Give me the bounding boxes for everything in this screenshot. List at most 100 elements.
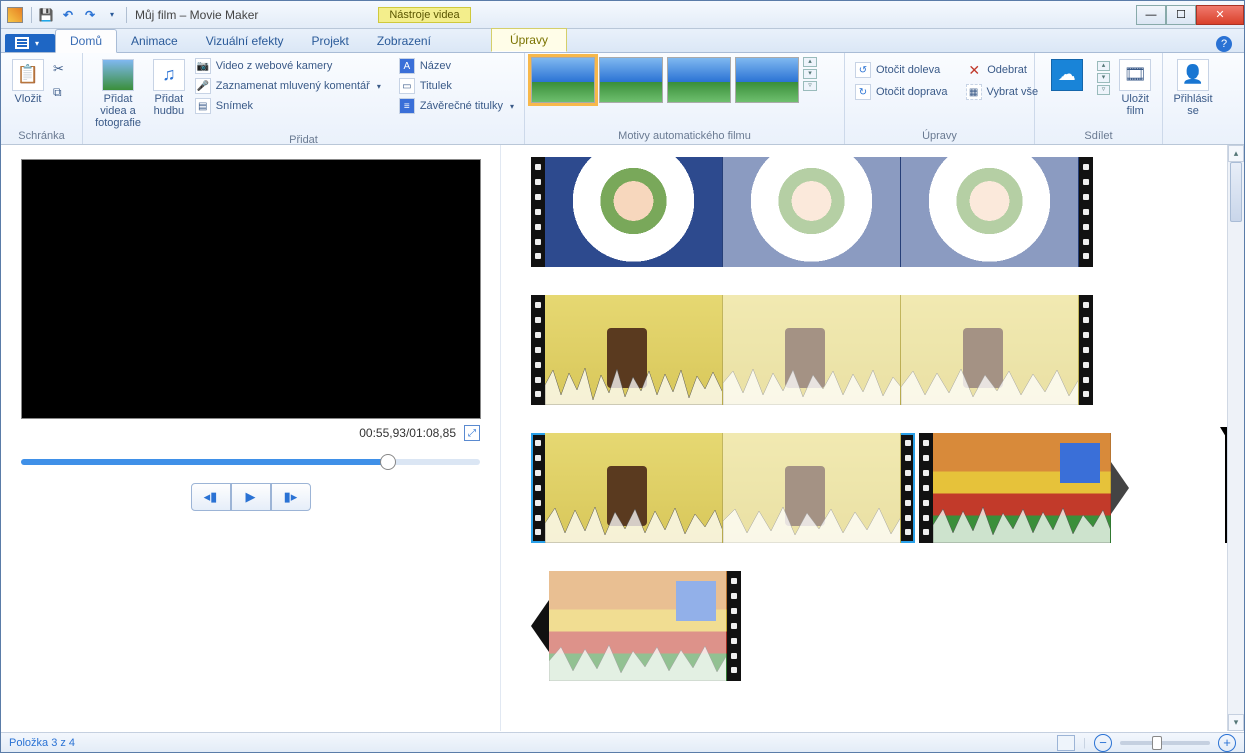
credits-icon: ≡ (399, 98, 415, 114)
group-label: Úpravy (845, 129, 1034, 144)
clip[interactable] (531, 295, 1226, 405)
music-icon: ♫ (153, 59, 185, 91)
scroll-down-button[interactable]: ▾ (1228, 714, 1244, 731)
snapshot-icon: ▤ (195, 98, 211, 114)
narration-button[interactable]: 🎤Zaznamenat mluvený komentář▾ (191, 77, 385, 95)
undo-icon[interactable]: ↶ (60, 7, 76, 23)
paste-button[interactable]: 📋 Vložit (7, 57, 49, 105)
maximize-button[interactable]: ☐ (1166, 5, 1196, 25)
credits-button[interactable]: ≡Závěrečné titulky▾ (395, 97, 518, 115)
status-bar: Položka 3 z 4 | − + (1, 732, 1244, 752)
save-movie-icon: 🎞 (1119, 59, 1151, 91)
qat-dropdown-icon[interactable]: ▾ (104, 7, 120, 23)
share-gallery-spinner[interactable]: ▴▾▿ (1097, 61, 1111, 95)
caption-button[interactable]: ▭Titulek (395, 77, 518, 95)
tab-edit[interactable]: Úpravy (491, 28, 567, 52)
clip-continue-icon (1111, 462, 1129, 514)
add-media-label: Přidat videa a fotografie (89, 93, 147, 129)
snapshot-button[interactable]: ▤Snímek (191, 97, 385, 115)
remove-button[interactable]: ✕Odebrat (962, 61, 1031, 79)
timecode: 00:55,93/01:08,85 (359, 426, 456, 440)
select-all-icon: ▦ (966, 84, 982, 100)
close-button[interactable]: ✕ (1196, 5, 1244, 25)
clip[interactable] (531, 157, 1226, 267)
window-title: Můj film – Movie Maker (135, 8, 258, 22)
theme-thumb[interactable] (531, 57, 595, 103)
ribbon-tabs: ▾ Domů Animace Vizuální efekty Projekt Z… (1, 29, 1244, 53)
user-icon: 👤 (1177, 59, 1209, 91)
timeline[interactable] (501, 145, 1244, 731)
group-label (1163, 129, 1223, 144)
group-label: Schránka (1, 129, 82, 144)
prev-frame-button[interactable]: ◂▮ (191, 483, 231, 511)
cut-icon[interactable]: ✂ (53, 61, 64, 77)
tab-visual-effects[interactable]: Vizuální efekty (192, 30, 298, 52)
vertical-scrollbar[interactable]: ▴ ▾ (1227, 145, 1244, 731)
select-all-button[interactable]: ▦Vybrat vše (962, 83, 1043, 101)
copy-icon[interactable]: ⧉ (53, 85, 64, 100)
remove-icon: ✕ (966, 62, 982, 78)
mic-icon: 🎤 (195, 78, 211, 94)
tab-animations[interactable]: Animace (117, 30, 192, 52)
preview-pane: 00:55,93/01:08,85 ⤢ ◂▮ ▶ ▮▸ (1, 145, 501, 731)
save-icon[interactable]: 💾 (38, 7, 54, 23)
group-add: Přidat videa a fotografie ♫ Přidat hudbu… (83, 53, 525, 144)
save-movie-label: Uložit film (1114, 93, 1156, 117)
playback-controls: ◂▮ ▶ ▮▸ (21, 483, 480, 511)
webcam-button[interactable]: 📷Video z webové kamery (191, 57, 385, 75)
theme-thumb[interactable] (735, 57, 799, 103)
tab-project[interactable]: Projekt (298, 30, 363, 52)
scroll-up-button[interactable]: ▴ (1228, 145, 1244, 162)
theme-thumb[interactable] (599, 57, 663, 103)
preview-video[interactable] (21, 159, 481, 419)
add-media-button[interactable]: Přidat videa a fotografie (89, 57, 147, 129)
group-share: ☁ ▴▾▿ 🎞 Uložit film Sdílet (1035, 53, 1163, 144)
theme-thumb[interactable] (667, 57, 731, 103)
tab-home[interactable]: Domů (55, 29, 117, 53)
group-signin: 👤 Přihlásit se (1163, 53, 1223, 144)
view-mode-button[interactable] (1057, 735, 1075, 751)
next-frame-button[interactable]: ▮▸ (271, 483, 311, 511)
clip[interactable] (531, 571, 1226, 681)
ribbon: 📋 Vložit ✂ ⧉ Schránka Přidat videa a fot… (1, 53, 1244, 145)
clip-continue-from-icon (531, 600, 549, 652)
group-label: Motivy automatického filmu (525, 129, 844, 144)
add-music-button[interactable]: ♫ Přidat hudbu (151, 57, 187, 117)
seek-slider[interactable] (21, 459, 480, 465)
photo-video-icon (102, 59, 134, 91)
tab-view[interactable]: Zobrazení (363, 30, 445, 52)
group-clipboard: 📋 Vložit ✂ ⧉ Schránka (1, 53, 83, 144)
fullscreen-icon[interactable]: ⤢ (464, 425, 480, 441)
redo-icon[interactable]: ↷ (82, 7, 98, 23)
cloud-icon: ☁ (1051, 59, 1083, 91)
signin-button[interactable]: 👤 Přihlásit se (1169, 57, 1217, 117)
caption-icon: ▭ (399, 78, 415, 94)
minimize-button[interactable]: — (1136, 5, 1166, 25)
theme-gallery-spinner[interactable]: ▴▾▿ (803, 57, 817, 91)
contextual-tab-label: Nástroje videa (378, 7, 470, 23)
rotate-right-button[interactable]: ↻Otočit doprava (851, 83, 952, 101)
editor-area: 00:55,93/01:08,85 ⤢ ◂▮ ▶ ▮▸ (1, 145, 1244, 731)
menu-icon (15, 37, 29, 49)
clipboard-icon: 📋 (12, 59, 44, 91)
group-automovie: ▴▾▿ Motivy automatického filmu (525, 53, 845, 144)
quick-access-toolbar: 💾 ↶ ↷ ▾ (31, 7, 127, 23)
webcam-icon: 📷 (195, 58, 211, 74)
scroll-thumb[interactable] (1230, 162, 1242, 222)
title-bar: 💾 ↶ ↷ ▾ Můj film – Movie Maker Nástroje … (1, 1, 1244, 29)
save-movie-button[interactable]: 🎞 Uložit film (1114, 57, 1156, 117)
file-tab[interactable]: ▾ (5, 34, 55, 52)
title-button[interactable]: ANázev (395, 57, 518, 75)
zoom-out-button[interactable]: − (1094, 734, 1112, 752)
group-label: Sdílet (1035, 129, 1162, 144)
help-icon[interactable]: ? (1216, 36, 1232, 52)
zoom-in-button[interactable]: + (1218, 734, 1236, 752)
status-text: Položka 3 z 4 (9, 737, 75, 749)
rotate-left-button[interactable]: ↺Otočit doleva (851, 61, 944, 79)
clip[interactable] (919, 433, 1111, 543)
play-button[interactable]: ▶ (231, 483, 271, 511)
signin-label: Přihlásit se (1169, 93, 1217, 117)
cloud-button[interactable]: ☁ (1041, 57, 1093, 91)
zoom-slider[interactable] (1120, 741, 1210, 745)
clip-selected[interactable] (531, 433, 915, 543)
